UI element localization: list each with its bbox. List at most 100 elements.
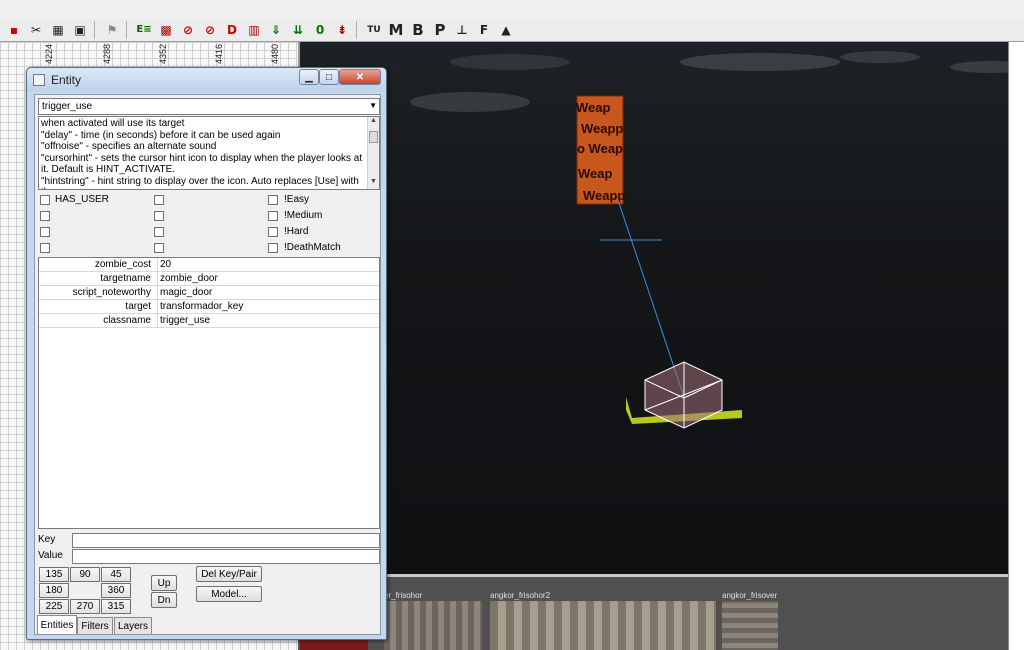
entity-description[interactable]: when activated will use its target "dela… (38, 116, 380, 190)
table-row[interactable]: targetname zombie_door (39, 272, 379, 286)
zero-icon[interactable]: 0 (310, 20, 330, 40)
value-input[interactable] (72, 549, 380, 564)
tool-p-button[interactable]: P (430, 20, 450, 40)
toolbar-separator (356, 20, 360, 39)
down-button[interactable]: Dn (151, 592, 177, 608)
key-input[interactable] (72, 533, 380, 548)
window-title: Entity (51, 73, 82, 87)
texture-thumbnail[interactable] (722, 601, 778, 650)
entity-window: Entity ▁ □ ✕ trigger_use ▼ when activate… (26, 67, 387, 640)
flag-checkbox[interactable] (154, 211, 164, 221)
kv-key: classname (103, 315, 151, 326)
ruler-label: 4480 (270, 44, 280, 65)
chevron-down-icon[interactable]: ▼ (369, 101, 377, 110)
up-button[interactable]: Up (151, 575, 177, 591)
flag-checkbox[interactable] (40, 195, 50, 205)
down-arrow2-icon[interactable]: ▥ (244, 20, 264, 40)
ruler-label: 4288 (102, 44, 112, 65)
texture-label: angkor_frisover (722, 591, 778, 600)
flag-checkbox[interactable] (40, 227, 50, 237)
cloud (840, 51, 920, 63)
down-arrow-icon[interactable]: D (222, 20, 242, 40)
tab-layers[interactable]: Layers (114, 617, 152, 634)
tool-m-button[interactable]: M (386, 20, 406, 40)
flag-checkbox[interactable] (154, 227, 164, 237)
entity-client-area: trigger_use ▼ when activated will use it… (34, 94, 381, 635)
merge-icon[interactable]: ⇓ (266, 20, 286, 40)
right-scrollbar[interactable] (1008, 42, 1024, 650)
kv-key: script_noteworthy (72, 287, 151, 298)
cloud (680, 53, 840, 71)
texture-browser[interactable]: er_frisohor angkor_frisohor2 angkor_fris… (298, 574, 1008, 650)
value-label: Value (38, 550, 63, 561)
kv-value: 20 (160, 259, 172, 270)
tool-tu-button[interactable]: TU (364, 20, 384, 40)
angle-180-button[interactable]: 180 (39, 583, 69, 598)
flag-checkbox[interactable] (154, 243, 164, 253)
down-step-icon[interactable]: ⇊ (288, 20, 308, 40)
filter-icon[interactable]: ▩ (156, 20, 176, 40)
maximize-button[interactable]: □ (319, 69, 339, 85)
column-divider (157, 258, 158, 272)
del-key-pair-button[interactable]: Del Key/Pair (196, 566, 262, 582)
flag-checkbox-hard[interactable] (268, 227, 278, 237)
column-divider (157, 300, 158, 314)
entity-icon[interactable]: ⚑ (102, 20, 122, 40)
ruler-label: 4352 (158, 44, 168, 65)
patch-icon[interactable]: ⊘ (200, 20, 220, 40)
clipper-icon[interactable]: ✂ (26, 20, 46, 40)
angle-45-button[interactable]: 45 (101, 567, 131, 582)
scale-icon[interactable]: ▣ (70, 20, 90, 40)
scroll-up-icon[interactable]: ▲ (368, 117, 379, 128)
brush-icon[interactable]: E≡ (134, 20, 154, 40)
texture-thumbnail[interactable] (384, 601, 482, 650)
model-button[interactable]: Model... (196, 586, 262, 602)
angle-270-button[interactable]: 270 (70, 599, 100, 614)
angle-360-button[interactable]: 360 (101, 583, 131, 598)
texture-icon[interactable]: ▦ (48, 20, 68, 40)
description-scrollbar[interactable]: ▲ ▼ (367, 117, 379, 189)
classname-value: trigger_use (42, 101, 93, 112)
minimize-button[interactable]: ▁ (299, 69, 319, 85)
flag-label: !Easy (284, 194, 310, 205)
flag-checkbox[interactable] (40, 211, 50, 221)
table-row[interactable]: zombie_cost 20 (39, 258, 379, 272)
table-row[interactable]: classname trigger_use (39, 314, 379, 328)
snap-icon[interactable]: ⇟ (332, 20, 352, 40)
keyvalue-table[interactable]: zombie_cost 20 targetname zombie_door sc… (38, 257, 380, 529)
entity-titlebar[interactable]: Entity ▁ □ ✕ (27, 68, 386, 92)
spawnflags-group: HAS_USER !Easy !Medium !Hard !DeathMatch (38, 193, 380, 257)
toolbar-separator (94, 20, 98, 39)
flag-label: !Hard (284, 226, 309, 237)
tab-entities[interactable]: Entities (37, 615, 77, 634)
flag-checkbox-deathmatch[interactable] (268, 243, 278, 253)
flag-checkbox[interactable] (40, 243, 50, 253)
sign-text: Weapp (581, 121, 623, 136)
scroll-down-icon[interactable]: ▼ (368, 178, 379, 189)
mountain-icon[interactable]: ▲ (496, 20, 516, 40)
angle-90-button[interactable]: 90 (70, 567, 100, 582)
curve-icon[interactable]: ⊘ (178, 20, 198, 40)
tool-b-button[interactable]: B (408, 20, 428, 40)
ruler-label: 4416 (214, 44, 224, 65)
angle-225-button[interactable]: 225 (39, 599, 69, 614)
flag-checkbox[interactable] (154, 195, 164, 205)
tool-f-button[interactable]: F (474, 20, 494, 40)
texture-thumbnail[interactable] (490, 601, 716, 650)
flag-label: HAS_USER (55, 194, 109, 205)
camera-3d-view[interactable]: Weap Weapp o Weap Weap Weapp (298, 42, 1010, 574)
table-row[interactable]: target transformador_key (39, 300, 379, 314)
table-row[interactable]: script_noteworthy magic_door (39, 286, 379, 300)
flag-checkbox-easy[interactable] (268, 195, 278, 205)
select-icon[interactable]: ▪ (4, 20, 24, 40)
angle-135-button[interactable]: 135 (39, 567, 69, 582)
tab-filters[interactable]: Filters (77, 617, 113, 634)
scroll-thumb[interactable] (369, 131, 378, 143)
classname-dropdown[interactable]: trigger_use ▼ (38, 98, 380, 115)
angle-315-button[interactable]: 315 (101, 599, 131, 614)
flag-checkbox-medium[interactable] (268, 211, 278, 221)
viewport-scene: Weap Weapp o Weap Weap Weapp (410, 51, 1010, 429)
cloud (950, 61, 1010, 73)
close-button[interactable]: ✕ (339, 69, 381, 85)
floor-icon[interactable]: ⊥ (452, 20, 472, 40)
